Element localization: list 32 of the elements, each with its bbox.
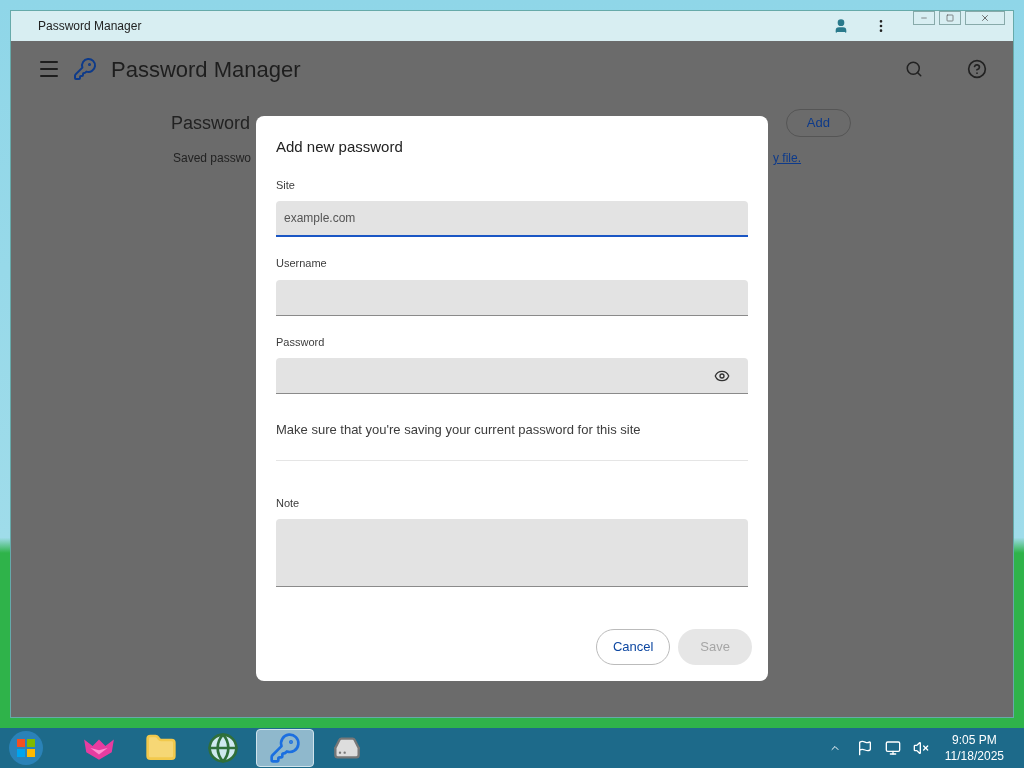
search-icon[interactable] [905, 60, 923, 78]
key-icon [269, 732, 301, 764]
hint-text: Make sure that you're saving your current password for this site [276, 421, 642, 439]
window-title: Password Manager [38, 18, 143, 35]
field-label: Site [276, 177, 296, 193]
start-button[interactable] [6, 730, 46, 766]
description-text: Saved passwo [173, 150, 253, 167]
input-field[interactable] [276, 358, 748, 394]
taskbar-button[interactable] [256, 729, 314, 767]
field-label: Note [276, 495, 301, 511]
volume-muted-icon[interactable] [912, 740, 929, 756]
dialog-title: Add new password [276, 137, 404, 157]
windows-logo-icon [8, 730, 44, 766]
flag-icon[interactable] [856, 740, 873, 756]
app-title: Password Manager [111, 55, 302, 84]
maximize-icon[interactable] [939, 11, 961, 25]
input-field[interactable]: example.com [276, 201, 748, 237]
clock[interactable]: 9:05 PM 11/18/2025 [944, 732, 1004, 764]
close-icon[interactable] [965, 11, 1005, 25]
page-heading: Password [171, 111, 252, 135]
globe-icon [207, 732, 239, 764]
minimize-icon[interactable] [913, 11, 935, 25]
import-link[interactable]: y file. [773, 149, 801, 167]
eye-icon[interactable] [714, 368, 730, 384]
note-field[interactable] [276, 519, 748, 587]
field-label: Password [276, 334, 326, 350]
key-icon [73, 57, 97, 81]
profile-icon[interactable] [833, 18, 849, 34]
field-label: Username [276, 256, 328, 271]
help-icon[interactable] [967, 59, 987, 79]
network-icon[interactable] [884, 740, 901, 756]
input-field[interactable] [276, 279, 748, 316]
